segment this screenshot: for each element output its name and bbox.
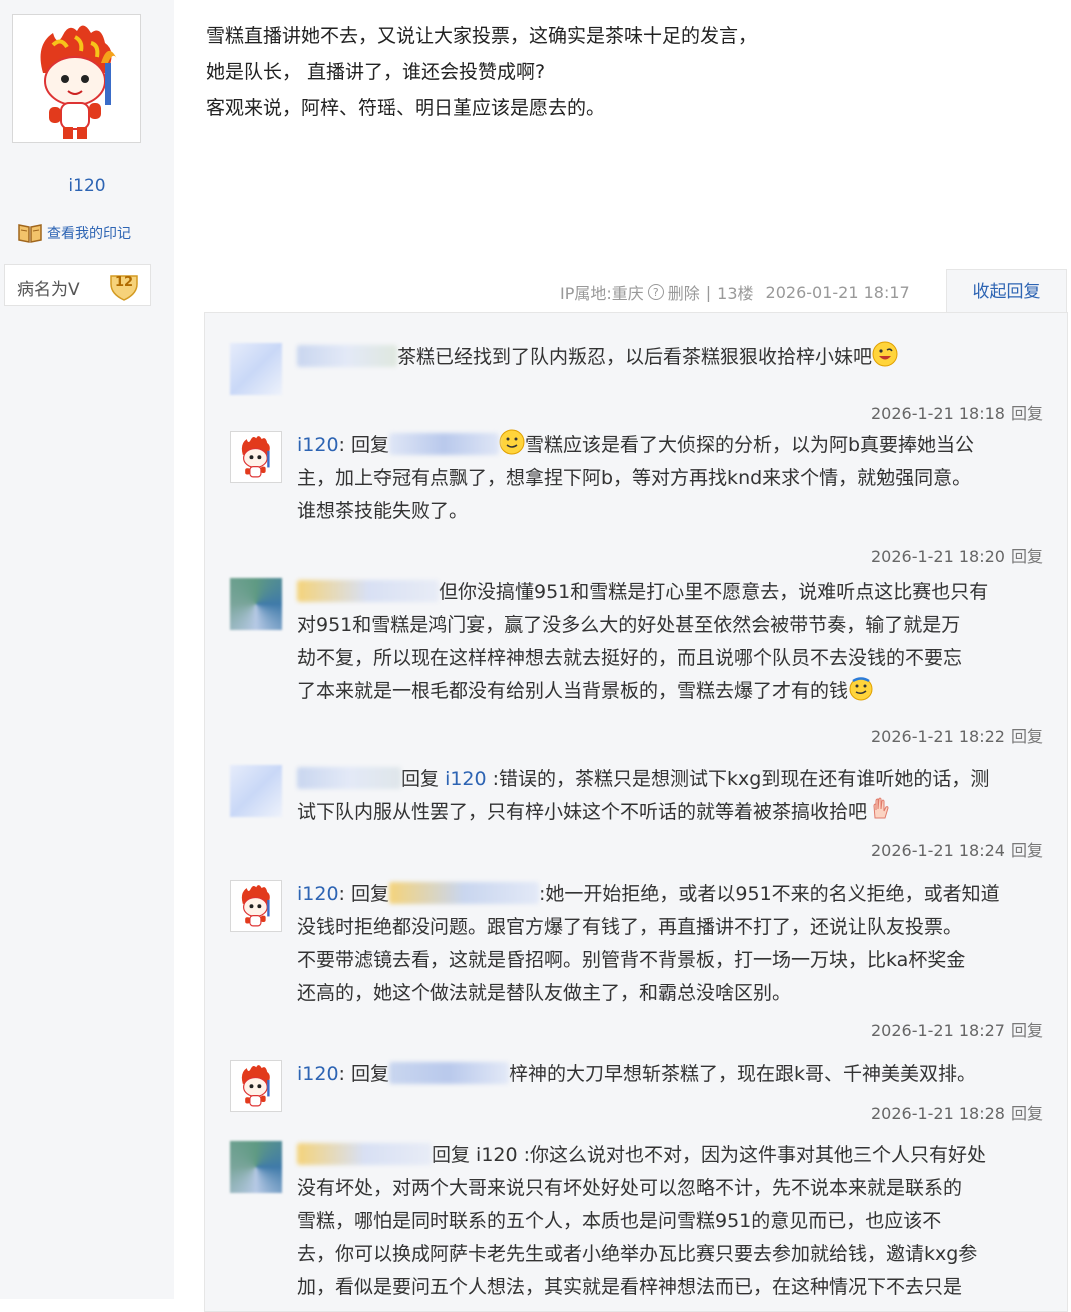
post-line: 客观来说，阿梓、符瑶、明日堇应该是愿去的。 xyxy=(206,97,606,119)
reply-text: 加，看似是要问五个人想法，其实就是看梓神想法而已，在这种情况下不去只是 xyxy=(297,1276,963,1298)
post-line: 她是队长， 直播讲了，谁还会投赞成啊? xyxy=(206,61,546,83)
blurred-username[interactable] xyxy=(297,345,397,367)
reply-time: 2026-1-21 18:28 xyxy=(870,1104,1005,1123)
book-icon xyxy=(18,224,42,243)
level-badge: 12 xyxy=(108,270,140,302)
reply-text: 主，加上夺冠有点飘了，想拿捏下阿b，等对方再找knd来求个情，就勉强同意。 xyxy=(297,467,972,489)
collapse-replies-button[interactable]: 收起回复 xyxy=(946,269,1067,313)
reply-footer: 2026-1-21 18:28 回复 xyxy=(871,1100,1043,1124)
reply-prefix: : 回复 xyxy=(338,434,389,456)
reply-footer: 2026-1-21 18:22 回复 xyxy=(871,723,1043,747)
reply-body: 回复 i120 :你这么说对也不对，因为这件事对其他三个人只有好处 没有坏处，对… xyxy=(297,1139,1047,1304)
reply-body: i120: 回复 :她一开始拒绝，或者以951不来的名义拒绝，或者知道 没钱时拒绝… xyxy=(297,878,1047,1010)
ip-location: IP属地:重庆 xyxy=(560,284,644,303)
reply-avatar[interactable] xyxy=(230,1060,282,1112)
reply-text: :她一开始拒绝，或者以951不来的名义拒绝，或者知道 xyxy=(539,883,1000,905)
reply-body: i120: 回复 雪糕应该是看了大侦探的分析，以为阿b真要捧她当公 主，加上夺冠有… xyxy=(297,429,1047,528)
reply-prefix: 回复 xyxy=(401,768,440,790)
reply-text: 茶糕已经找到了队内叛忍，以后看茶糕狠狠收拾梓小妹吧 xyxy=(397,346,873,368)
mascot-avatar-image xyxy=(231,432,281,482)
reply-time: 2026-1-21 18:20 xyxy=(870,547,1005,566)
reply-button[interactable]: 回复 xyxy=(1011,1104,1043,1123)
reply-username[interactable]: i120 xyxy=(297,434,339,456)
reply-target-link[interactable]: i120 xyxy=(445,768,487,790)
blurred-username[interactable] xyxy=(389,433,499,455)
reply-list: 茶糕已经找到了队内叛忍，以后看茶糕狠狠收拾梓小妹吧 2026-1-21 18:1… xyxy=(204,312,1068,1312)
author-sidebar: i120 查看我的印记 病名为V 12 xyxy=(0,0,174,1299)
reply-text: 但你没搞懂951和雪糕是打心里不愿意去，说难听点这比赛也只有 xyxy=(439,581,989,603)
smirk-emoji-icon xyxy=(849,677,873,701)
reply-button[interactable]: 回复 xyxy=(1011,841,1043,860)
blurred-username[interactable] xyxy=(297,1143,432,1165)
reply-username[interactable]: i120 xyxy=(297,1063,339,1085)
post-content: 雪糕直播讲她不去，又说让大家投票，这确实是茶味十足的发言， 她是队长， 直播讲了… xyxy=(206,18,1046,126)
reply-footer: 2026-1-21 18:18 回复 xyxy=(871,400,1043,424)
reply-text: :错误的，茶糕只是想测试下kxg到现在还有谁听她的话，测 xyxy=(492,768,990,790)
reply-text: 还高的，她这个做法就是替队友做主了，和霸总没啥区别。 xyxy=(297,982,792,1004)
reply-body: 但你没搞懂951和雪糕是打心里不愿意去，说难听点这比赛也只有 对951和雪糕是鸿… xyxy=(297,576,1047,708)
reply-text: 劫不复，所以现在这样梓神想去就去挺好的，而且说哪个队员不去没钱的不要忘 xyxy=(297,647,963,669)
reply-button[interactable]: 回复 xyxy=(1011,547,1043,566)
blurred-username[interactable] xyxy=(389,1062,509,1084)
reply-body: 茶糕已经找到了队内叛忍，以后看茶糕狠狠收拾梓小妹吧 xyxy=(297,341,1047,374)
mascot-avatar-image xyxy=(13,15,140,142)
mascot-avatar-image xyxy=(231,1061,281,1111)
reply-text: 去，你可以换成阿萨卡老先生或者小绝举办瓦比赛只要去参加就给钱，邀请kxg参 xyxy=(297,1243,978,1265)
reply-time: 2026-1-21 18:27 xyxy=(870,1021,1005,1040)
blurred-username[interactable] xyxy=(297,580,439,602)
post-line: 雪糕直播讲她不去，又说让大家投票，这确实是茶味十足的发言， xyxy=(206,25,758,47)
reply-username[interactable]: i120 xyxy=(297,883,339,905)
author-name[interactable]: i120 xyxy=(0,176,174,196)
level-name: 病名为V xyxy=(17,280,80,300)
reply-text: 回复 i120 :你这么说对也不对，因为这件事对其他三个人只有好处 xyxy=(432,1144,987,1166)
reply-body: i120: 回复 梓神的大刀早想斩茶糕了，现在跟k哥、千神美美双排。 xyxy=(297,1058,1047,1091)
reply-button[interactable]: 回复 xyxy=(1011,727,1043,746)
reply-prefix: : 回复 xyxy=(338,883,389,905)
reply-text: 雪糕应该是看了大侦探的分析，以为阿b真要捧她当公 xyxy=(525,434,975,456)
level-number: 12 xyxy=(114,275,134,290)
reply-time: 2026-1-21 18:24 xyxy=(870,841,1005,860)
meta-separator: | xyxy=(705,282,712,302)
level-box[interactable]: 病名为V 12 xyxy=(4,264,151,306)
grin-emoji-icon xyxy=(872,341,898,367)
blurred-username[interactable] xyxy=(389,882,539,904)
help-icon[interactable]: ? xyxy=(647,284,664,300)
mascot-avatar-image xyxy=(231,881,281,931)
reply-text: 不要带滤镜去看，这就是昏招啊。别管背不背景板，打一场一万块，比ka杯奖金 xyxy=(297,949,966,971)
blurred-username[interactable] xyxy=(297,767,401,789)
view-memory-label: 查看我的印记 xyxy=(47,226,131,242)
reply-body: 回复 i120 :错误的，茶糕只是想测试下kxg到现在还有谁听她的话，测 试下队… xyxy=(297,763,1047,829)
reply-text: 雪糕，哪怕是同时联系的五个人，本质也是问雪糕951的意见而已，也应该不 xyxy=(297,1210,942,1232)
reply-text: 梓神的大刀早想斩茶糕了，现在跟k哥、千神美美双排。 xyxy=(509,1063,977,1085)
reply-avatar[interactable] xyxy=(230,1141,282,1193)
smile-emoji-icon xyxy=(499,429,525,455)
reply-text: 谁想茶技能失败了。 xyxy=(297,500,469,522)
delete-link[interactable]: 删除 xyxy=(668,280,700,304)
post-time: 2026-01-21 18:17 xyxy=(765,282,910,302)
reply-avatar[interactable] xyxy=(230,578,282,630)
reply-button[interactable]: 回复 xyxy=(1011,404,1043,423)
reply-button[interactable]: 回复 xyxy=(1011,1021,1043,1040)
reply-text: 没有坏处，对两个大哥来说只有坏处好处可以忽略不计，先不说本来就是联系的 xyxy=(297,1177,963,1199)
post-meta: IP属地:重庆 ? 删除 | 13楼 2026-01-21 18:17 xyxy=(560,280,910,304)
reply-avatar[interactable] xyxy=(230,765,282,817)
reply-text: 对951和雪糕是鸿门宴，赢了没多么大的好处甚至依然会被带节奏，输了就是万 xyxy=(297,614,961,636)
view-memory-link[interactable]: 查看我的印记 xyxy=(17,222,131,244)
author-avatar[interactable] xyxy=(12,14,141,143)
hand-emoji-icon xyxy=(873,797,889,819)
reply-text: 了本来就是一根毛都没有给别人当背景板的，雪糕去爆了才有的钱 xyxy=(297,680,849,702)
reply-footer: 2026-1-21 18:24 回复 xyxy=(871,837,1043,861)
reply-footer: 2026-1-21 18:20 回复 xyxy=(871,543,1043,567)
reply-avatar[interactable] xyxy=(230,880,282,932)
reply-time: 2026-1-21 18:22 xyxy=(870,727,1005,746)
reply-prefix: : 回复 xyxy=(338,1063,389,1085)
reply-avatar[interactable] xyxy=(230,343,282,395)
reply-text: 没钱时拒绝都没问题。跟官方爆了有钱了，再直播讲不打了，还说让队友投票。 xyxy=(297,916,963,938)
reply-time: 2026-1-21 18:18 xyxy=(870,404,1005,423)
reply-text: 试下队内服从性罢了，只有梓小妹这个不听话的就等着被茶搞收拾吧 xyxy=(297,801,868,823)
reply-avatar[interactable] xyxy=(230,431,282,483)
floor-number: 13楼 xyxy=(717,284,754,303)
reply-footer: 2026-1-21 18:27 回复 xyxy=(871,1017,1043,1041)
